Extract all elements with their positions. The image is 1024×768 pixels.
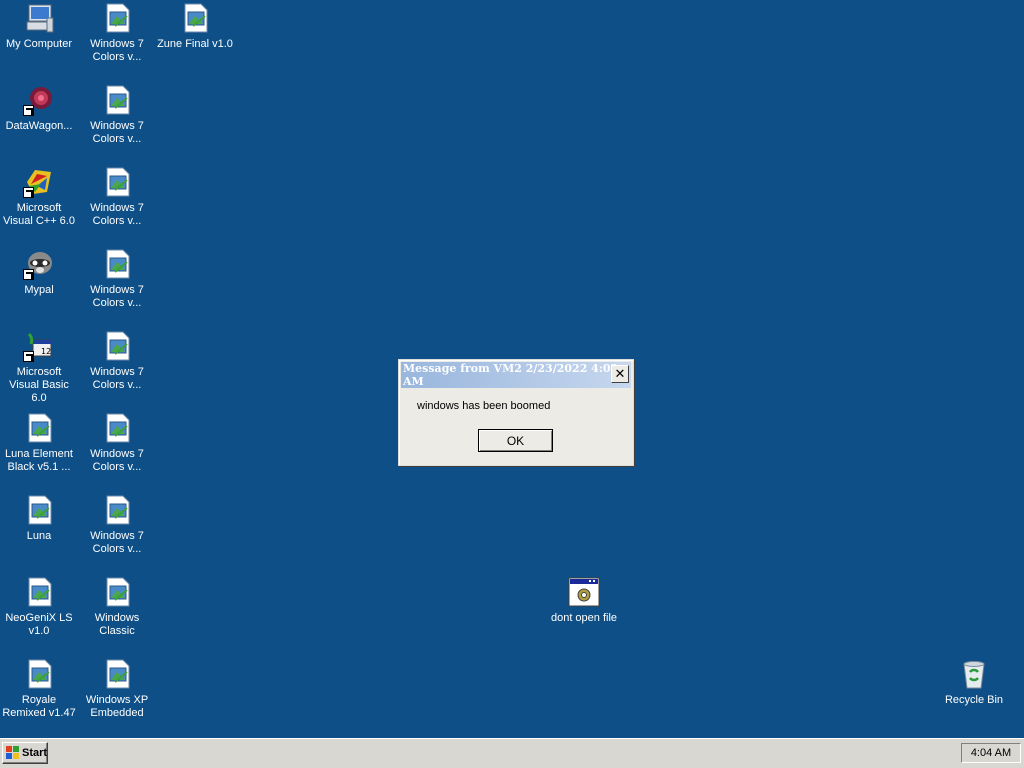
theme-file-icon: [101, 248, 133, 280]
desktop-icon-win7-colors-2[interactable]: Windows 7 Colors v...: [78, 84, 156, 146]
desktop-icon-luna[interactable]: Luna: [0, 494, 78, 543]
desktop-icon-datawagon[interactable]: DataWagon...: [0, 84, 78, 133]
desktop-icon-my-computer[interactable]: My Computer: [0, 2, 78, 51]
theme-file-icon: [101, 412, 133, 444]
theme-file-icon: [101, 330, 133, 362]
desktop-icon-label: Royale Remixed v1.47: [2, 694, 76, 719]
clock[interactable]: 4:04 AM: [971, 747, 1011, 759]
desktop-icon-label: Windows 7 Colors v...: [90, 38, 144, 63]
theme-file-icon: [23, 412, 55, 444]
theme-file-icon: [101, 84, 133, 116]
theme-file-icon: [101, 658, 133, 690]
desktop-icon-zune[interactable]: Zune Final v1.0: [156, 2, 234, 51]
dialog-message: windows has been boomed: [417, 400, 551, 412]
desktop-icon-windows-classic[interactable]: Windows Classic: [78, 576, 156, 638]
visual-cpp-icon: [23, 166, 55, 198]
theme-file-icon: [101, 576, 133, 608]
desktop-icon-label: Windows Classic: [94, 612, 140, 637]
desktop-icon-label: Microsoft Visual C++ 6.0: [3, 202, 75, 227]
system-tray: 4:04 AM: [961, 743, 1021, 763]
taskbar: Start 4:04 AM: [0, 738, 1024, 768]
desktop-icon-recycle-bin[interactable]: Recycle Bin: [935, 658, 1013, 707]
desktop-icon-label: Windows XP Embedded: [85, 694, 149, 719]
desktop-icon-label: Luna: [26, 530, 52, 542]
start-label: Start: [22, 747, 48, 759]
desktop-icon-label: Windows 7 Colors v...: [90, 120, 144, 145]
desktop-icon-win7-colors-4[interactable]: Windows 7 Colors v...: [78, 248, 156, 310]
desktop-icon-windows-xp-embedded[interactable]: Windows XP Embedded: [78, 658, 156, 720]
desktop-icon-label: Windows 7 Colors v...: [90, 448, 144, 473]
theme-file-icon: [101, 166, 133, 198]
desktop-icon-label: Luna Element Black v5.1 ...: [5, 448, 73, 473]
desktop-icon-msvc[interactable]: Microsoft Visual C++ 6.0: [0, 166, 78, 228]
desktop-icon-label: Zune Final v1.0: [157, 38, 233, 50]
desktop-icon-neogenix[interactable]: NeoGeniX LS v1.0: [0, 576, 78, 638]
desktop-icon-win7-colors-7[interactable]: Windows 7 Colors v...: [78, 494, 156, 556]
desktop-icon-win7-colors-5[interactable]: Windows 7 Colors v...: [78, 330, 156, 392]
desktop-icon-label: Recycle Bin: [944, 694, 1004, 706]
shortcut-arrow-icon: [23, 187, 34, 198]
desktop-icon-label: Windows 7 Colors v...: [90, 284, 144, 309]
dialog-title: Message from VM2 2/23/2022 4:02 AM: [403, 362, 619, 388]
desktop-icon-label: dont open file: [550, 612, 618, 624]
desktop-icon-label: Windows 7 Colors v...: [90, 530, 144, 555]
message-dialog: Message from VM2 2/23/2022 4:02 AM ✕ win…: [398, 359, 634, 466]
ok-button[interactable]: OK: [478, 429, 553, 452]
desktop-icon-label: NeoGeniX LS v1.0: [5, 612, 73, 637]
desktop-icon-label: DataWagon...: [5, 120, 73, 132]
svg-text:12: 12: [41, 347, 51, 356]
visual-basic-icon: 12: [23, 330, 55, 362]
start-button[interactable]: Start: [2, 742, 48, 764]
shortcut-arrow-icon: [23, 105, 34, 116]
application-window-icon: [568, 576, 600, 608]
desktop-icon-dont-open-file[interactable]: dont open file: [545, 576, 623, 625]
desktop-icon-label: Mypal: [24, 284, 54, 296]
desktop-icon-royale[interactable]: Royale Remixed v1.47: [0, 658, 78, 720]
desktop-icon-win7-colors-3[interactable]: Windows 7 Colors v...: [78, 166, 156, 228]
windows-logo-icon: [6, 746, 20, 760]
close-icon: ✕: [614, 366, 626, 382]
theme-file-icon: [101, 2, 133, 34]
mypal-raccoon-icon: [23, 248, 55, 280]
desktop: My Computer DataWagon... Microsoft Visua…: [0, 0, 1024, 738]
desktop-icon-mypal[interactable]: Mypal: [0, 248, 78, 297]
theme-file-icon: [23, 658, 55, 690]
desktop-icon-label: Microsoft Visual Basic 6.0: [9, 366, 69, 404]
datawagon-icon: [23, 84, 55, 116]
close-button[interactable]: ✕: [611, 365, 629, 383]
desktop-icon-label: Windows 7 Colors v...: [90, 202, 144, 227]
theme-file-icon: [23, 494, 55, 526]
desktop-icon-msvb[interactable]: 12 Microsoft Visual Basic 6.0: [0, 330, 78, 405]
desktop-icon-win7-colors-1[interactable]: Windows 7 Colors v...: [78, 2, 156, 64]
desktop-icon-win7-colors-6[interactable]: Windows 7 Colors v...: [78, 412, 156, 474]
desktop-icon-luna-element[interactable]: Luna Element Black v5.1 ...: [0, 412, 78, 474]
desktop-icon-label: Windows 7 Colors v...: [90, 366, 144, 391]
shortcut-arrow-icon: [23, 351, 34, 362]
theme-file-icon: [101, 494, 133, 526]
shortcut-arrow-icon: [23, 269, 34, 280]
desktop-icon-label: My Computer: [5, 38, 73, 50]
theme-file-icon: [179, 2, 211, 34]
theme-file-icon: [23, 576, 55, 608]
recycle-bin-icon: [958, 658, 990, 690]
dialog-title-bar[interactable]: Message from VM2 2/23/2022 4:02 AM ✕: [401, 362, 631, 388]
computer-icon: [23, 2, 55, 34]
